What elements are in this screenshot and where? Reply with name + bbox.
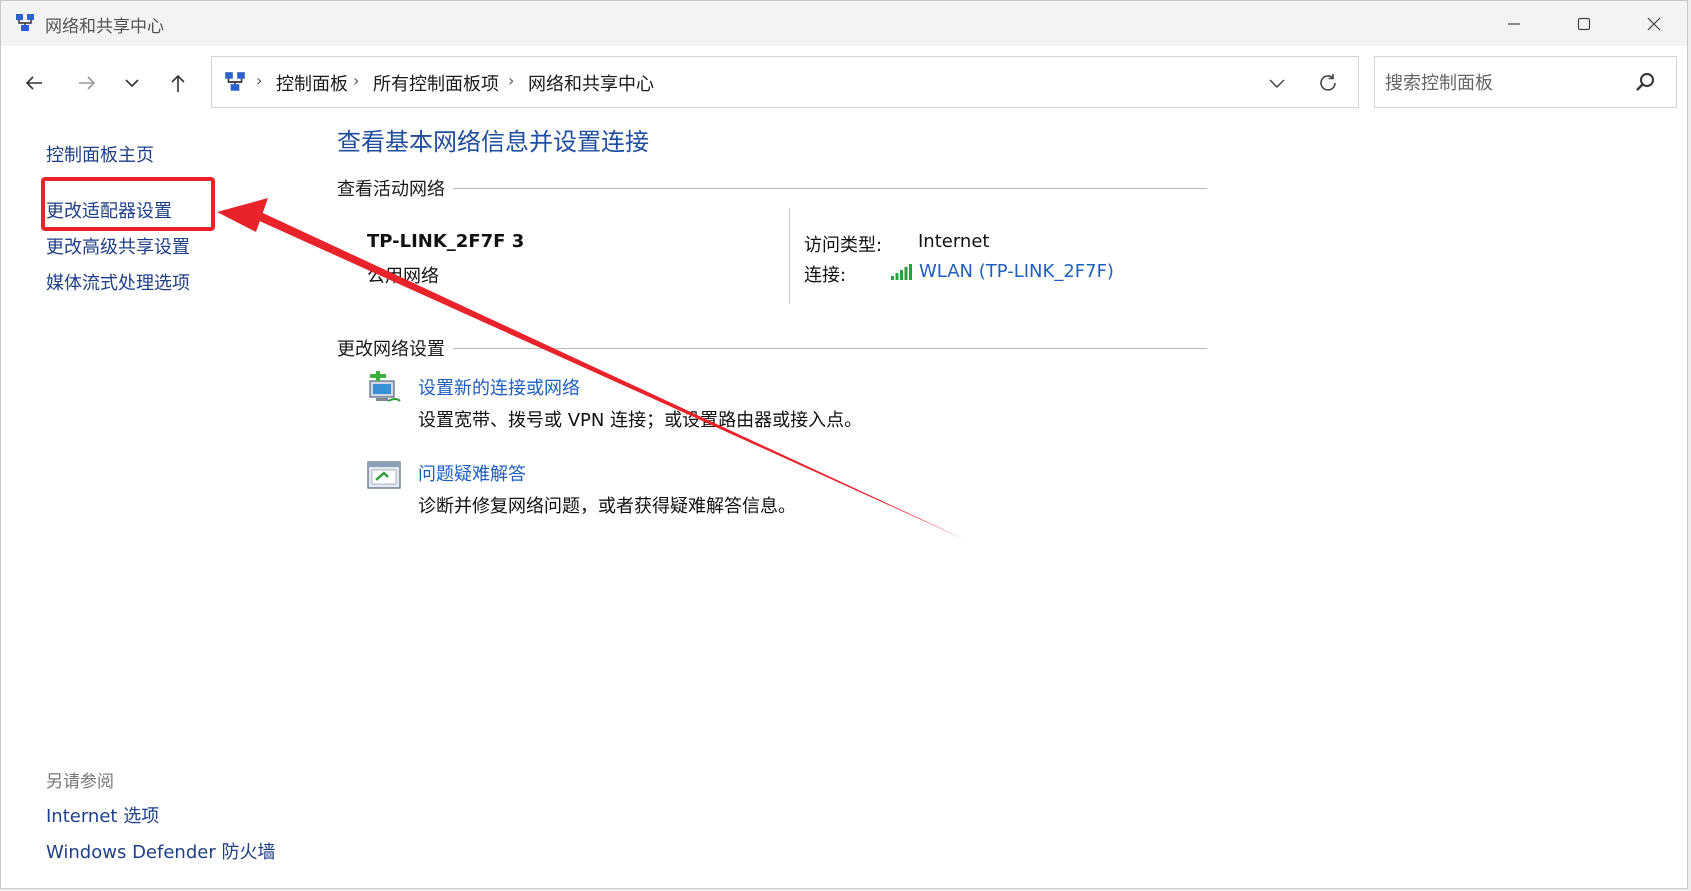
chevron-down-icon [125,79,139,88]
change-settings-heading: 更改网络设置 [337,335,453,361]
active-networks-heading: 查看活动网络 [337,175,453,201]
close-button[interactable] [1619,1,1687,46]
sidebar-link-advanced-sharing[interactable]: 更改高级共享设置 [46,233,190,259]
network-category: 公用网络 [367,266,439,287]
setup-new-connection-link[interactable]: 设置新的连接或网络 [418,374,580,400]
see-also-title: 另请参阅 [46,772,114,792]
minimize-icon [1508,22,1520,25]
address-dropdown-button[interactable] [1262,69,1292,97]
search-input[interactable] [1383,67,1627,99]
search-box[interactable] [1374,56,1677,108]
recent-locations-button[interactable] [115,66,149,100]
access-type-value: Internet [918,231,990,252]
breadcrumb-separator[interactable]: › [256,71,262,90]
sidebar-link-home[interactable]: 控制面板主页 [46,141,154,167]
refresh-button[interactable] [1313,68,1343,98]
title-bar: 网络和共享中心 [1,1,1687,46]
window: 网络和共享中心 › 控制面板 › 所有控制面板项 › 网络和共享中心 搜索控制面… [0,0,1688,889]
access-type-label: 访问类型: [804,235,883,256]
close-icon [1647,17,1661,30]
back-arrow-icon [25,76,42,90]
new-connection-icon [369,371,401,402]
troubleshoot-icon [367,461,401,489]
page-title: 查看基本网络信息并设置连接 [337,128,649,156]
troubleshoot-link[interactable]: 问题疑难解答 [418,460,526,486]
section-divider [337,348,1207,349]
network-name: TP-LINK_2F7F 3 [367,231,525,252]
minimize-button[interactable] [1479,1,1549,46]
connection-label: 连接: [804,265,847,286]
address-bar[interactable]: › 控制面板 › 所有控制面板项 › 网络和共享中心 [211,56,1359,108]
chevron-down-icon [1269,79,1285,89]
back-button[interactable] [17,66,51,100]
up-button[interactable] [161,66,195,100]
breadcrumb-separator[interactable]: › [508,71,514,90]
breadcrumb-separator[interactable]: › [353,71,359,90]
window-title: 网络和共享中心 [45,17,164,37]
highlight-annotation-box [41,177,215,231]
breadcrumb-network-center[interactable]: 网络和共享中心 [528,70,654,96]
see-also-defender-firewall[interactable]: Windows Defender 防火墙 [46,838,275,864]
sidebar-link-media-streaming[interactable]: 媒体流式处理选项 [46,269,190,295]
up-arrow-icon [171,74,185,92]
refresh-icon [1320,74,1336,91]
network-center-icon [225,72,245,91]
setup-new-connection-description: 设置宽带、拨号或 VPN 连接；或设置路由器或接入点。 [418,410,863,431]
section-divider [337,188,1207,189]
network-center-icon [16,14,34,31]
maximize-icon [1577,17,1591,30]
search-icon[interactable] [1633,70,1657,94]
see-also-internet-options[interactable]: Internet 选项 [46,802,159,828]
forward-arrow-icon [79,76,96,90]
wifi-signal-icon [891,264,912,280]
network-info-divider [789,208,790,304]
breadcrumb-all-items[interactable]: 所有控制面板项 [373,70,499,96]
navigation-bar: › 控制面板 › 所有控制面板项 › 网络和共享中心 [1,46,1687,118]
forward-button[interactable] [70,66,104,100]
connection-link[interactable]: WLAN (TP-LINK_2F7F) [919,261,1114,282]
troubleshoot-description: 诊断并修复网络问题，或者获得疑难解答信息。 [418,496,796,517]
maximize-button[interactable] [1549,1,1619,46]
breadcrumb-control-panel[interactable]: 控制面板 [276,70,348,96]
